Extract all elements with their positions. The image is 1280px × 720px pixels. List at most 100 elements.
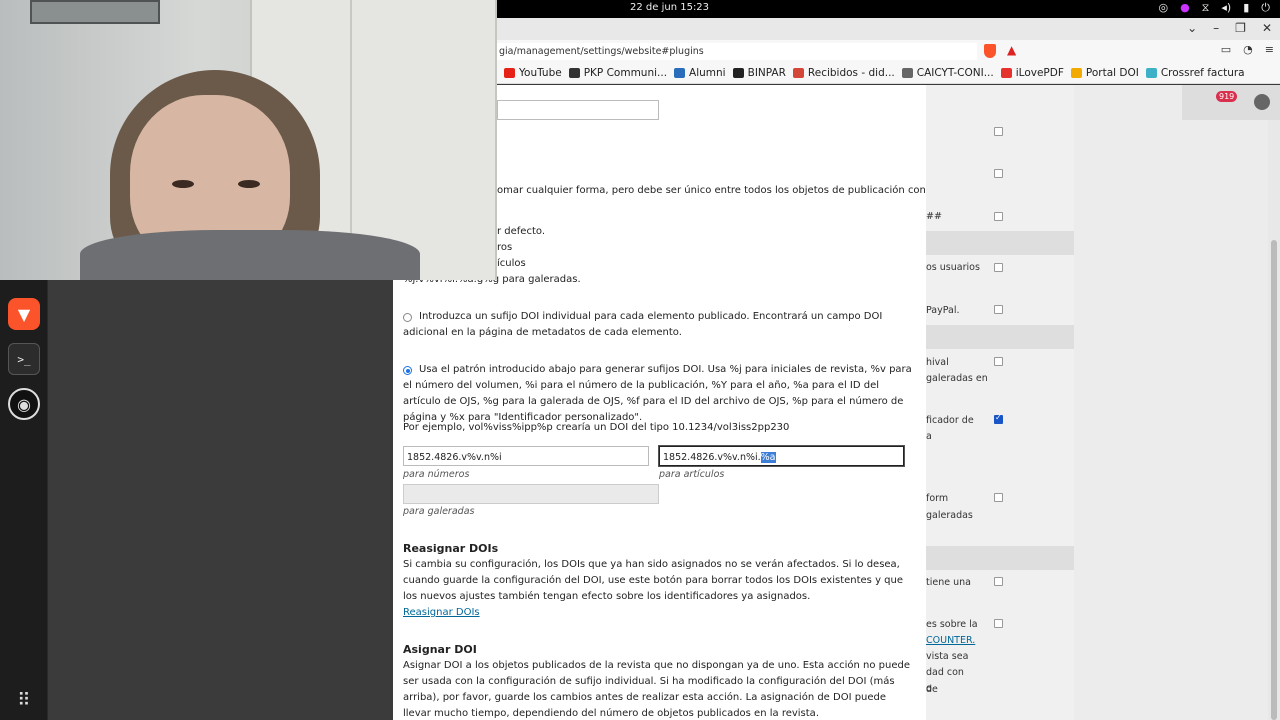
issue-pattern-input[interactable]: 1852.4826.v%v.n%i bbox=[403, 446, 649, 466]
issues-fragment: ros bbox=[497, 242, 513, 253]
obs-studio-icon[interactable]: ◉ bbox=[8, 388, 40, 420]
youtube-icon bbox=[504, 67, 515, 78]
doi-icon bbox=[1070, 67, 1082, 78]
plugin-row-text: galeradas bbox=[926, 510, 973, 521]
individual-suffix-label: Introduzca un sufijo DOI individual para… bbox=[403, 311, 883, 338]
page-right-margin bbox=[1074, 85, 1280, 720]
address-bar-row: gia/management/settings/website#plugins … bbox=[497, 40, 1280, 62]
issue-pattern-caption: para números bbox=[403, 469, 470, 480]
volume-icon[interactable]: ◂) bbox=[1221, 1, 1231, 15]
reassign-dois-link[interactable]: Reasignar DOIs bbox=[403, 605, 480, 621]
bookmark-label: BINPAR bbox=[747, 66, 786, 79]
menu-icon[interactable]: ≡ bbox=[1265, 43, 1274, 56]
plugins-list-panel: ## os usuarios PayPal. hival galeradas e… bbox=[926, 85, 1074, 720]
galley-pattern-input[interactable] bbox=[403, 484, 659, 504]
plugin-row-text: a bbox=[926, 431, 932, 442]
bookmark-label: PKP Communi... bbox=[583, 66, 668, 79]
accessibility-icon[interactable]: ◎ bbox=[1158, 1, 1168, 15]
bookmark-label: Portal DOI bbox=[1085, 66, 1139, 79]
plugin-checkbox[interactable] bbox=[994, 169, 1003, 178]
show-applications-icon[interactable]: ⠿ bbox=[8, 684, 40, 716]
person-eye bbox=[238, 180, 260, 188]
tab-list-chevron-icon[interactable]: ⌄ bbox=[1187, 21, 1197, 35]
bookmark-item[interactable]: Alumni bbox=[674, 67, 726, 79]
articles-fragment: ículos bbox=[497, 258, 526, 269]
bookmark-item[interactable]: BINPAR bbox=[732, 66, 786, 79]
galley-pattern-caption: para galeradas bbox=[403, 506, 475, 517]
gmail-icon bbox=[792, 67, 804, 78]
truncated-input[interactable] bbox=[497, 100, 659, 120]
assign-doi-heading: Asignar DOI bbox=[403, 643, 477, 656]
pattern-example: Por ejemplo, vol%viss%ipp%p crearía un D… bbox=[403, 422, 790, 433]
heart-icon bbox=[1000, 67, 1012, 78]
bookmark-label: Recibidos - did... bbox=[807, 66, 895, 79]
bookmark-item[interactable]: Crossref factura bbox=[1145, 67, 1245, 79]
plugin-row-text: es sobre la bbox=[926, 619, 978, 630]
browser-tab-strip: ⌄ – ❐ ✕ bbox=[497, 18, 1280, 40]
toolbar-icons: ▭ ◔ ≡ bbox=[1221, 43, 1274, 56]
plugin-row-text: galeradas en bbox=[926, 373, 988, 384]
plugin-category-band bbox=[926, 231, 1074, 255]
bookmark-label: CAICYT-CONI... bbox=[916, 66, 994, 79]
plugin-category-band bbox=[926, 325, 1074, 349]
bookmark-label: iLovePDF bbox=[1015, 66, 1064, 79]
clock[interactable]: 22 de jun 15:23 bbox=[630, 2, 709, 13]
article-pattern-selection: %a bbox=[760, 452, 776, 463]
bookmark-item[interactable]: YouTube bbox=[504, 67, 562, 79]
article-pattern-caption: para artículos bbox=[659, 469, 725, 480]
bookmark-item[interactable]: PKP Communi... bbox=[568, 66, 668, 79]
alumni-icon bbox=[674, 67, 686, 78]
plugin-checkbox[interactable] bbox=[994, 357, 1003, 366]
system-tray[interactable]: ◎ ● ⧖ ◂) ▮ ⏻ bbox=[1158, 1, 1270, 15]
brave-shields-icon[interactable] bbox=[984, 44, 996, 58]
close-icon[interactable]: ✕ bbox=[1262, 21, 1272, 35]
brave-browser-icon[interactable]: ▼ bbox=[8, 298, 40, 330]
bookmarks-bar: YouTube PKP Communi... Alumni BINPAR Recibid… bbox=[497, 62, 1280, 84]
sidebar-icon[interactable]: ▭ bbox=[1221, 43, 1231, 56]
person-eye bbox=[172, 180, 194, 188]
page-scrollbar[interactable] bbox=[1268, 120, 1280, 720]
minimize-icon[interactable]: – bbox=[1213, 21, 1219, 35]
bookmark-item[interactable]: Portal DOI bbox=[1070, 66, 1139, 79]
maximize-icon[interactable]: ❐ bbox=[1235, 21, 1246, 35]
webcam-overlay bbox=[0, 0, 497, 280]
scrollbar-thumb[interactable] bbox=[1271, 240, 1277, 720]
suffix-description-fragment: omar cualquier forma, pero debe ser únic… bbox=[497, 185, 926, 196]
bookmark-label: YouTube bbox=[519, 66, 562, 79]
user-header: 919 bbox=[1182, 85, 1280, 120]
address-bar[interactable]: gia/management/settings/website#plugins bbox=[497, 43, 977, 60]
doi-plugin-checkbox[interactable] bbox=[994, 413, 1003, 424]
person-body bbox=[80, 230, 420, 280]
battery-icon[interactable]: ▮ bbox=[1243, 1, 1249, 15]
reassign-dois-heading: Reasignar DOIs bbox=[403, 542, 499, 555]
wall-frame bbox=[30, 0, 160, 24]
terminal-icon[interactable]: >_ bbox=[8, 343, 40, 375]
user-avatar-icon[interactable] bbox=[1254, 94, 1270, 110]
article-pattern-text: 1852.4826.v%v.n%i. bbox=[663, 452, 761, 463]
pkp-icon bbox=[568, 67, 580, 78]
app-indicator-icon[interactable]: ● bbox=[1180, 1, 1190, 15]
plugin-row-text: dad con bbox=[926, 667, 964, 678]
brave-rewards-icon[interactable]: ▲ bbox=[1007, 43, 1016, 57]
plugin-checkbox[interactable] bbox=[994, 212, 1003, 221]
plugin-checkbox[interactable] bbox=[994, 127, 1003, 136]
page-left-margin bbox=[48, 280, 393, 720]
plugin-checkbox[interactable] bbox=[994, 263, 1003, 272]
default-suffix-fragment: r defecto. bbox=[497, 226, 546, 237]
plugin-checkbox[interactable] bbox=[994, 493, 1003, 502]
counter-link[interactable]: COUNTER. bbox=[926, 633, 1074, 649]
network-icon[interactable]: ⧖ bbox=[1202, 1, 1210, 15]
power-icon[interactable]: ⏻ bbox=[1261, 1, 1270, 15]
bookmark-item[interactable]: CAICYT-CONI... bbox=[901, 66, 994, 79]
profile-icon[interactable]: ◔ bbox=[1243, 43, 1253, 56]
plugin-checkbox[interactable] bbox=[994, 305, 1003, 314]
article-pattern-input[interactable]: 1852.4826.v%v.n%i.%a bbox=[659, 446, 904, 466]
binpar-icon bbox=[732, 67, 744, 78]
plugin-checkbox[interactable] bbox=[994, 577, 1003, 586]
bookmark-item[interactable]: Recibidos - did... bbox=[792, 66, 895, 79]
crossref-icon bbox=[1145, 67, 1157, 78]
plugin-category-band bbox=[926, 546, 1074, 570]
notification-count[interactable]: 919 bbox=[1216, 91, 1238, 102]
bookmark-item[interactable]: iLovePDF bbox=[1000, 66, 1064, 79]
bookmark-label: Alumni bbox=[689, 66, 726, 79]
